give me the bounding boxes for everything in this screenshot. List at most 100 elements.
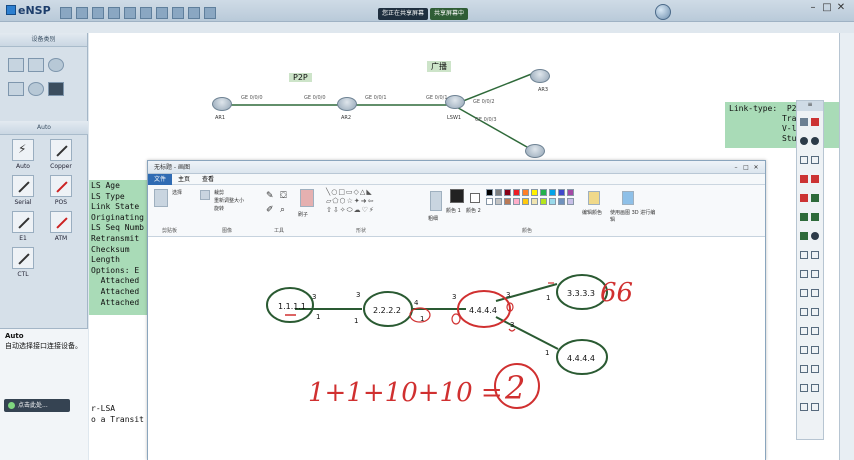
fill-icon[interactable]: ⛋ [280,191,287,201]
red-fill-icon[interactable] [800,175,808,183]
cable-copper[interactable]: Copper [46,139,76,170]
green-fill-icon[interactable] [800,232,808,240]
cable-category-icon[interactable] [48,82,64,96]
cable-auto[interactable]: Auto [8,139,38,170]
share-screen-button[interactable]: 共享屏幕中 [430,8,469,20]
arrow-tool-icon[interactable] [811,270,819,278]
circle-tool-icon[interactable] [800,137,808,145]
size-button[interactable]: 粗细 [428,215,438,222]
pencil-icon[interactable]: ✎ [266,191,274,201]
paste-icon[interactable] [811,365,819,373]
color1-button[interactable]: 颜色 1 [446,207,461,214]
globe-icon[interactable] [655,4,671,20]
router-icon[interactable] [337,97,357,111]
pc-category-icon[interactable] [8,82,24,96]
print-icon[interactable] [108,7,120,19]
screen-icon[interactable] [800,384,808,392]
red-fill-icon[interactable] [811,175,819,183]
cable-pos[interactable]: POS [46,175,76,206]
palette-swatch[interactable] [531,189,538,196]
text-a-icon[interactable] [811,308,819,316]
line-tool-icon[interactable] [800,251,808,259]
palette-swatch[interactable] [504,189,511,196]
router-category-icon[interactable] [8,58,24,72]
color1-swatch[interactable] [450,189,464,203]
palette-swatch[interactable] [558,189,565,196]
paste-button[interactable] [154,189,168,207]
palette-swatch[interactable] [567,198,574,205]
palette-swatch[interactable] [549,189,556,196]
router-icon[interactable] [212,97,232,111]
minimize-icon[interactable]: – [806,2,820,13]
cloud-category-icon[interactable] [28,82,44,96]
copy-icon[interactable] [800,365,808,373]
capture-icon[interactable] [188,7,200,19]
maximize-icon[interactable]: □ [820,2,834,13]
tab-home[interactable]: 主页 [172,174,196,185]
paint3d-button[interactable]: 使用画图 3D 进行编辑 [610,209,660,223]
hint-button[interactable]: 点击此处... [4,399,70,412]
arrow-tool-icon[interactable] [800,270,808,278]
cable-serial[interactable]: Serial [8,175,38,206]
palette-swatch[interactable] [549,198,556,205]
select-button[interactable]: 选择 [172,189,182,196]
maximize-icon[interactable]: □ [741,161,751,174]
green-fill-icon[interactable] [811,213,819,221]
camera-icon[interactable] [811,384,819,392]
edit-colors-icon[interactable] [588,191,600,205]
paint-canvas[interactable]: 1.1.1.1 2.2.2.2 4.4.4.4 3.3.3.3 4.4.4.4 … [148,239,765,460]
link-lsw1-ar4[interactable] [452,104,535,152]
router-icon[interactable] [525,144,545,158]
tab-view[interactable]: 查看 [196,174,220,185]
grid-icon[interactable] [204,7,216,19]
open-icon[interactable] [76,7,88,19]
palette-swatch[interactable] [558,198,565,205]
palette-swatch[interactable] [513,198,520,205]
palette-swatch[interactable] [486,189,493,196]
palette-swatch[interactable] [495,198,502,205]
palette-swatch[interactable] [567,189,574,196]
vertical-scrollbar[interactable] [839,33,854,460]
red-fill-icon[interactable] [800,194,808,202]
rect-tool-icon[interactable] [800,156,808,164]
switch-icon[interactable] [445,95,465,109]
select-tool-icon[interactable] [800,118,808,126]
undo-icon[interactable] [800,346,808,354]
black-fill-icon[interactable] [811,232,819,240]
stop-device-icon[interactable] [172,7,184,19]
wireless-category-icon[interactable] [48,58,64,72]
close-icon[interactable]: ✕ [834,2,848,13]
pen-tool-icon[interactable] [811,251,819,259]
green-fill-icon[interactable] [800,213,808,221]
color2-button[interactable]: 颜色 2 [466,207,481,214]
select-shape-button[interactable] [200,190,210,200]
undo-icon[interactable] [124,7,136,19]
arrow-tool-icon[interactable] [800,308,808,316]
tab-file[interactable]: 文件 [148,174,173,185]
palette-swatch[interactable] [540,189,547,196]
save-icon[interactable] [92,7,104,19]
minus-icon[interactable] [811,327,819,335]
redo-icon[interactable] [140,7,152,19]
palette-swatch[interactable] [504,198,511,205]
new-topology-icon[interactable] [60,7,72,19]
rotate-button[interactable]: 旋转 [214,205,224,212]
resize-button[interactable]: 重新调整大小 [214,197,244,204]
palette-swatch[interactable] [531,198,538,205]
palette-swatch[interactable] [495,189,502,196]
arrow-tool-icon[interactable] [811,289,819,297]
palette-swatch[interactable] [486,198,493,205]
switch-category-icon[interactable] [28,58,44,72]
green-fill-icon[interactable] [811,194,819,202]
text-tool-icon[interactable] [811,156,819,164]
size-icon[interactable] [430,191,442,211]
start-device-icon[interactable] [156,7,168,19]
arrow-tool-icon[interactable] [800,289,808,297]
plus-icon[interactable] [800,327,808,335]
palette-swatch[interactable] [513,189,520,196]
palette-swatch[interactable] [540,198,547,205]
palette-swatch[interactable] [522,198,529,205]
palette-swatch[interactable] [522,189,529,196]
trash-icon[interactable] [811,346,819,354]
close-icon[interactable]: ✕ [751,161,761,174]
